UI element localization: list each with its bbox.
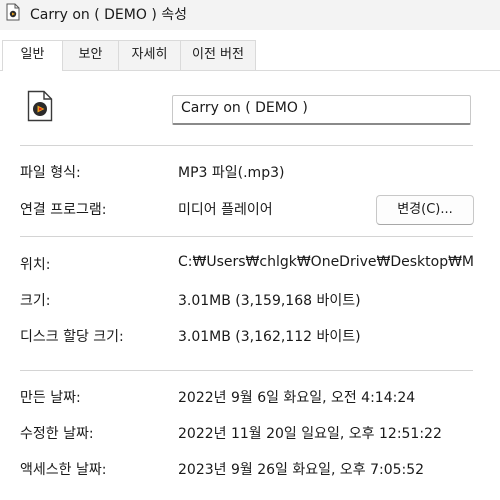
file-name-field[interactable]: Carry on ( DEMO ) bbox=[172, 95, 471, 125]
file-type-value: MP3 파일(.mp3) bbox=[178, 165, 285, 181]
tab-general[interactable]: 일반 bbox=[2, 40, 63, 71]
modified-label: 수정한 날짜: bbox=[20, 426, 94, 442]
size-on-disk-label: 디스크 할당 크기: bbox=[20, 329, 124, 345]
file-icon bbox=[6, 3, 20, 21]
divider bbox=[20, 236, 473, 237]
size-label: 크기: bbox=[20, 293, 51, 309]
opens-with-value: 미디어 플레이어 bbox=[178, 202, 273, 218]
modified-value: 2022년 11월 20일 일요일, 오후 12:51:22 bbox=[178, 426, 442, 442]
tab-details[interactable]: 자세히 bbox=[118, 40, 181, 70]
accessed-label: 액세스한 날짜: bbox=[20, 462, 107, 478]
divider bbox=[20, 370, 473, 371]
window-title: Carry on ( DEMO ) 속성 bbox=[30, 7, 188, 23]
created-value: 2022년 9월 6일 화요일, 오전 4:14:24 bbox=[178, 390, 416, 406]
location-value: C:₩Users₩chlgk₩OneDrive₩Desktop₩Music₩ bbox=[178, 254, 474, 270]
created-label: 만든 날짜: bbox=[20, 390, 81, 406]
change-button[interactable]: 변경(C)... bbox=[376, 195, 474, 225]
file-type-label: 파일 형식: bbox=[20, 165, 81, 181]
location-label: 위치: bbox=[20, 257, 51, 273]
media-file-icon bbox=[27, 90, 53, 122]
title-bar: Carry on ( DEMO ) 속성 bbox=[0, 0, 500, 30]
tab-bar: 일반 보안 자세히 이전 버전 bbox=[0, 40, 500, 71]
opens-with-label: 연결 프로그램: bbox=[20, 202, 107, 218]
accessed-value: 2023년 9월 26일 화요일, 오후 7:05:52 bbox=[178, 462, 425, 478]
tab-previous-versions[interactable]: 이전 버전 bbox=[180, 40, 256, 70]
tab-security[interactable]: 보안 bbox=[62, 40, 119, 70]
size-value: 3.01MB (3,159,168 바이트) bbox=[178, 293, 361, 309]
divider bbox=[20, 145, 473, 146]
size-on-disk-value: 3.01MB (3,162,112 바이트) bbox=[178, 329, 361, 345]
